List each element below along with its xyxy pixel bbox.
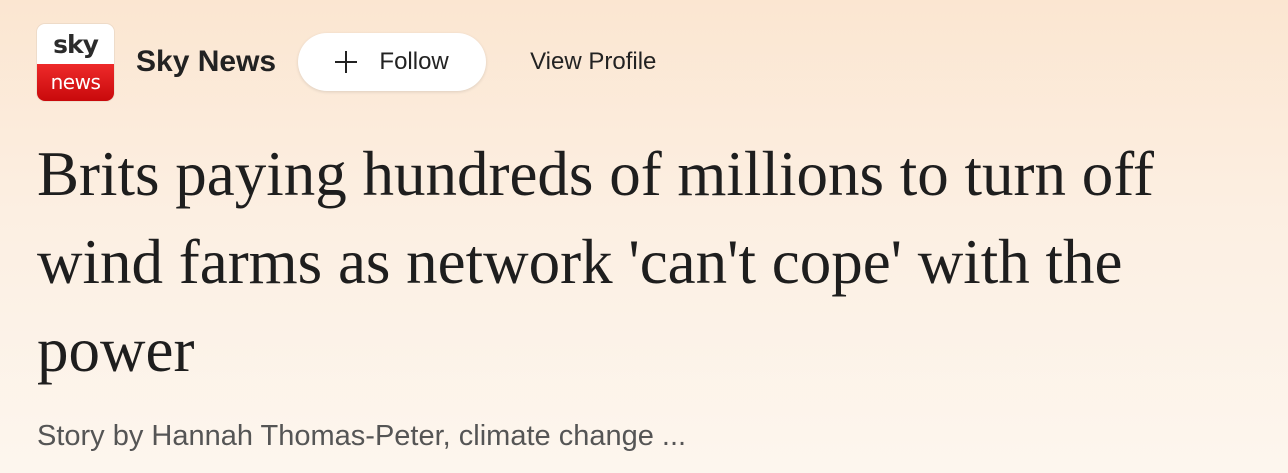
publisher-name[interactable]: Sky News — [136, 45, 276, 79]
follow-button[interactable]: Follow — [298, 33, 487, 91]
view-profile-link[interactable]: View Profile — [530, 48, 656, 76]
logo-bottom-text: news — [37, 63, 114, 101]
article-byline: Story by Hannah Thomas-Peter, climate ch… — [37, 420, 687, 452]
plus-icon — [335, 51, 358, 73]
sky-news-logo[interactable]: sky news — [37, 23, 114, 101]
logo-top-text: sky — [37, 23, 114, 64]
follow-label: Follow — [379, 48, 449, 75]
article-headline: Brits paying hundreds of millions to tur… — [37, 139, 1155, 385]
publisher-bar: sky news Sky News Follow View Profile — [37, 22, 656, 102]
